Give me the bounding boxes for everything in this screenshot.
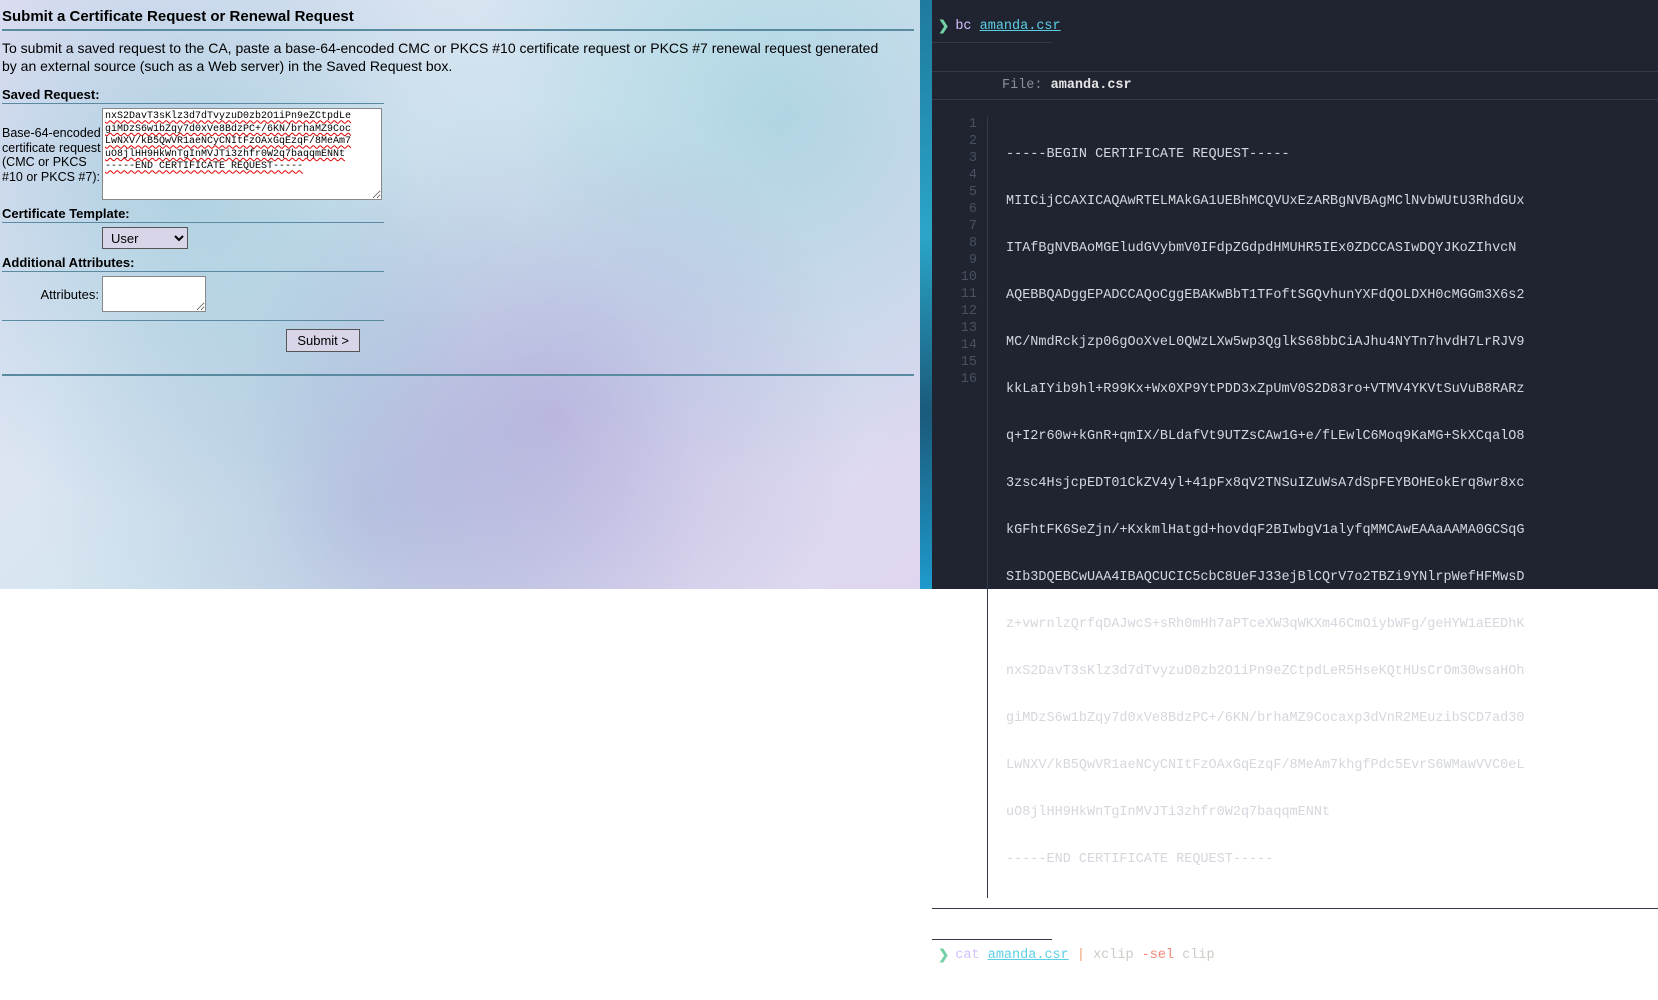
pipe-symbol: | — [1077, 948, 1085, 963]
page-title: Submit a Certificate Request or Renewal … — [2, 8, 914, 31]
command-arg: amanda.csr — [980, 19, 1061, 34]
terminal-command-line[interactable]: ❯ bc amanda.csr — [932, 0, 1658, 38]
command-flag: -sel — [1142, 948, 1174, 963]
intro-paragraph: To submit a saved request to the CA, pas… — [2, 39, 882, 75]
certificate-request-form: Submit a Certificate Request or Renewal … — [0, 0, 920, 589]
footer-divider — [2, 374, 914, 376]
file-header-label: File: — [1002, 78, 1043, 93]
attributes-label: Attributes: — [2, 287, 102, 302]
command-arg: amanda.csr — [988, 948, 1069, 963]
saved-request-label: Saved Request: — [2, 87, 384, 104]
saved-request-textarea[interactable] — [102, 108, 382, 200]
command-name: bc — [955, 19, 971, 34]
submit-button[interactable]: Submit > — [286, 329, 360, 352]
prompt-icon: ❯ — [938, 18, 949, 35]
certificate-template-label: Certificate Template: — [2, 206, 384, 223]
certificate-template-select[interactable]: User — [102, 227, 188, 249]
command-name: cat — [955, 948, 979, 963]
file-content: 12345678910111213141516 -----BEGIN CERTI… — [932, 116, 1658, 909]
line-number-gutter: 12345678910111213141516 — [932, 116, 988, 898]
code-lines: -----BEGIN CERTIFICATE REQUEST----- MIIC… — [988, 116, 1524, 898]
command-name: xclip — [1093, 948, 1134, 963]
saved-request-caption: Base-64-encoded certificate request (CMC… — [2, 108, 102, 184]
terminal-panel: ❯ bc amanda.csr File: amanda.csr 1234567… — [932, 0, 1658, 589]
prompt-icon: ❯ — [938, 947, 949, 964]
window-divider — [920, 0, 932, 589]
file-header: File: amanda.csr — [932, 71, 1658, 100]
terminal-command-line[interactable]: ❯ cat amanda.csr | xclip -sel clip — [932, 944, 1658, 967]
command-arg: clip — [1182, 948, 1214, 963]
file-header-name: amanda.csr — [1051, 78, 1132, 93]
attributes-textarea[interactable] — [102, 276, 206, 312]
additional-attributes-label: Additional Attributes: — [2, 255, 384, 272]
